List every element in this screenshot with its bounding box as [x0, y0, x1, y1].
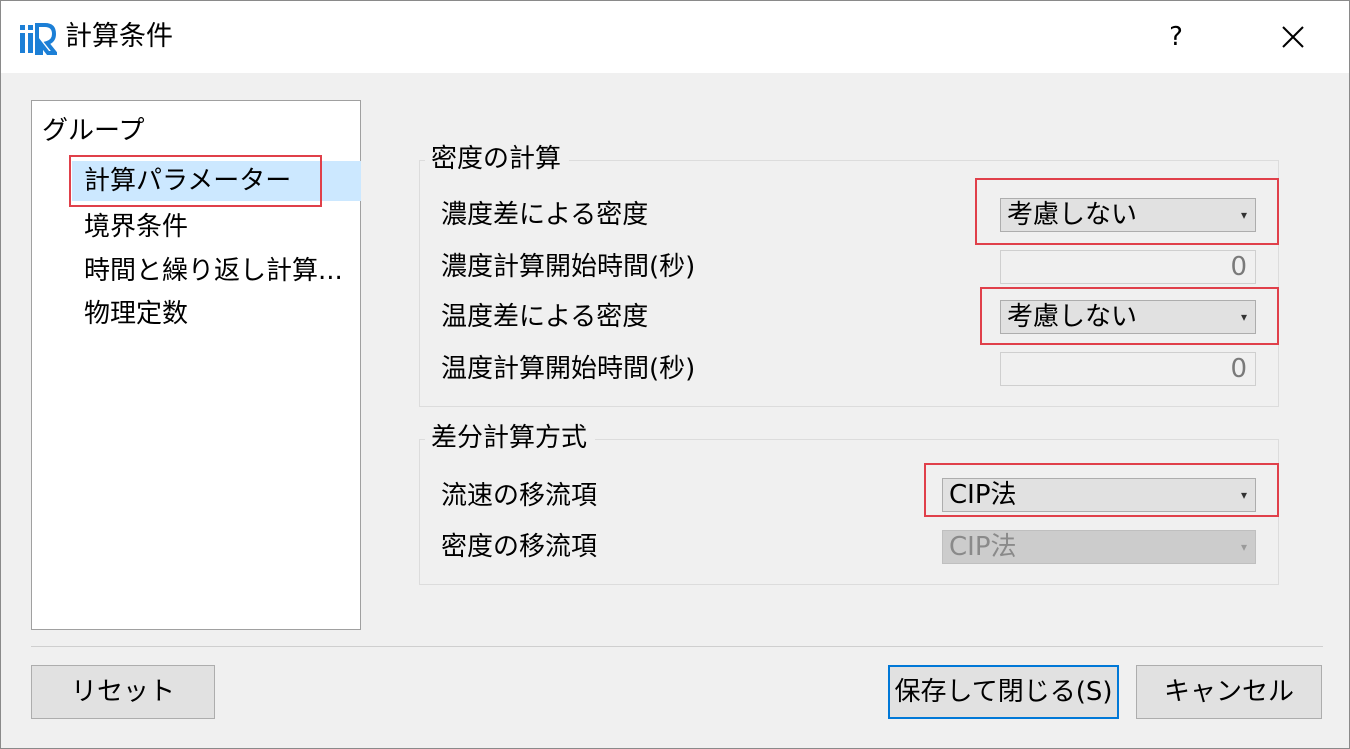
dialog-window: 計算条件 ? グループ 計算パラメーター 境界条件 時間と繰り返し計算... 物… [0, 0, 1350, 749]
density-advection-select: CIP法 ▾ [942, 530, 1256, 564]
concentration-start-input[interactable]: 0 [1000, 250, 1256, 284]
chevron-down-icon: ▾ [1240, 540, 1247, 554]
concentration-density-select[interactable]: 考慮しない ▾ [1000, 198, 1256, 232]
iric-logo-icon [20, 23, 57, 55]
cancel-button[interactable]: キャンセル [1136, 665, 1322, 719]
velocity-advection-select[interactable]: CIP法 ▾ [942, 478, 1256, 512]
temperature-start-label: 温度計算開始時間(秒) [441, 354, 696, 384]
tree-root-group[interactable]: グループ [42, 113, 144, 149]
density-advection-label: 密度の移流項 [441, 532, 598, 562]
close-icon[interactable] [1267, 15, 1317, 59]
temperature-density-label: 温度差による密度 [441, 302, 649, 332]
window-title: 計算条件 [65, 21, 173, 52]
tree-item-time-iteration[interactable]: 時間と繰り返し計算... [84, 251, 359, 291]
temperature-density-value: 考慮しない [1007, 302, 1138, 332]
footer-divider [31, 646, 1323, 647]
temperature-density-select[interactable]: 考慮しない ▾ [1000, 300, 1256, 334]
velocity-advection-value: CIP法 [949, 480, 1017, 510]
velocity-advection-label: 流速の移流項 [441, 481, 598, 511]
chevron-down-icon: ▾ [1240, 310, 1247, 324]
chevron-down-icon: ▾ [1240, 488, 1247, 502]
tree-item-physical-constants[interactable]: 物理定数 [84, 294, 359, 334]
concentration-density-value: 考慮しない [1007, 200, 1138, 230]
reset-button[interactable]: リセット [31, 665, 215, 719]
group-tree: グループ 計算パラメーター 境界条件 時間と繰り返し計算... 物理定数 [31, 100, 361, 630]
concentration-start-label: 濃度計算開始時間(秒) [441, 252, 696, 282]
tree-item-calculation-parameters[interactable]: 計算パラメーター [72, 161, 361, 201]
save-close-button[interactable]: 保存して閉じる(S) [888, 665, 1119, 719]
title-bar: 計算条件 ? [1, 1, 1349, 73]
temperature-start-input[interactable]: 0 [1000, 352, 1256, 386]
concentration-density-label: 濃度差による密度 [441, 200, 649, 230]
tree-item-boundary-conditions[interactable]: 境界条件 [84, 207, 359, 247]
difference-group-title: 差分計算方式 [425, 422, 596, 454]
chevron-down-icon: ▾ [1240, 208, 1247, 222]
density-group-title: 密度の計算 [425, 143, 570, 175]
help-button[interactable]: ? [1151, 15, 1201, 59]
density-advection-value: CIP法 [949, 532, 1017, 562]
